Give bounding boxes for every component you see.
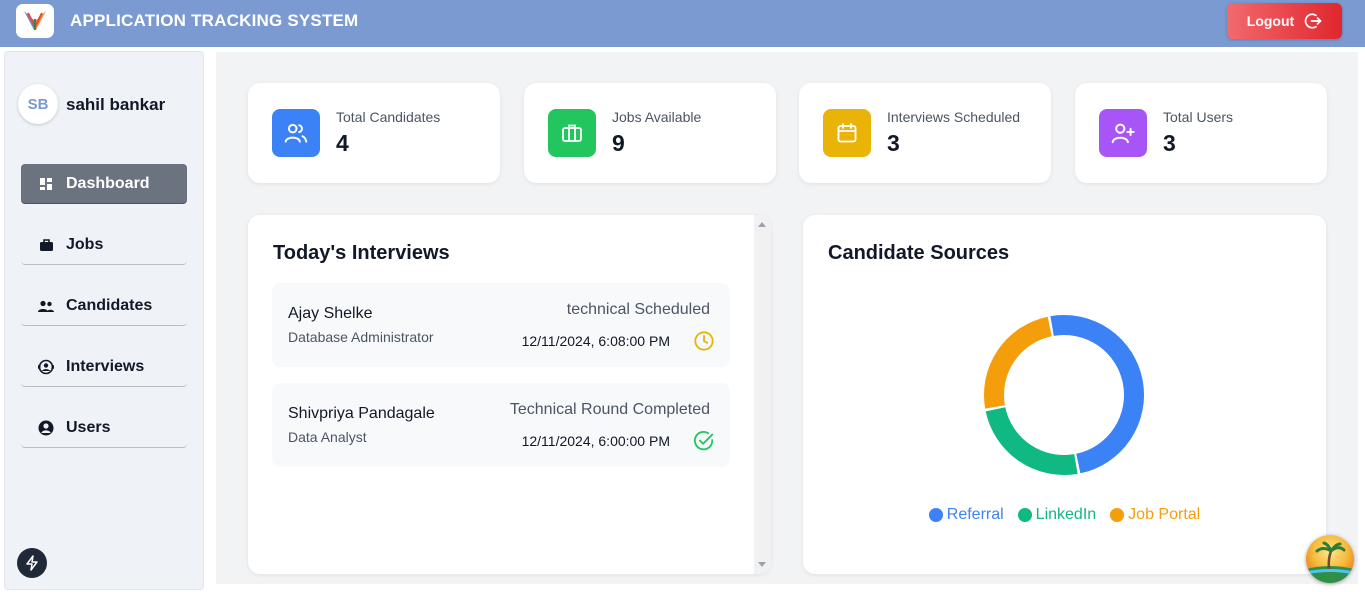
clock-icon	[694, 331, 714, 351]
interview-time: 12/11/2024, 6:08:00 PM	[521, 333, 670, 349]
panel-title: Today's Interviews	[273, 242, 450, 264]
stat-label: Total Candidates	[336, 109, 441, 125]
interview-status: technical Scheduled	[566, 301, 710, 318]
donut-slice-referral[interactable]	[1050, 315, 1144, 474]
scroll-up-arrow[interactable]	[758, 222, 766, 227]
interview-icon	[38, 359, 54, 375]
app-title: APPLICATION TRACKING SYSTEM	[70, 11, 359, 30]
sidebar-item-label: Candidates	[66, 296, 153, 314]
app-logo[interactable]	[16, 4, 54, 38]
sidebar-item-label: Interviews	[66, 357, 145, 375]
sidebar: SB sahil bankar Dashboard Jobs Candidate…	[4, 51, 204, 590]
stat-card-interviews-scheduled: Interviews Scheduled 3	[799, 83, 1051, 183]
sidebar-item-jobs[interactable]: Jobs	[21, 225, 187, 265]
interview-status: Technical Round Completed	[509, 401, 710, 418]
chart-legend: Referral LinkedIn Job Portal	[803, 506, 1326, 524]
scrollbar[interactable]	[754, 215, 771, 574]
sidebar-item-candidates[interactable]: Candidates	[21, 286, 187, 326]
legend-label: Referral	[946, 506, 1004, 523]
user-circle-icon	[38, 420, 54, 436]
legend-dot	[1017, 508, 1032, 522]
user-plus-icon	[1099, 109, 1147, 157]
beach-avatar-button[interactable]	[1306, 535, 1354, 583]
legend-label: Job Portal	[1128, 506, 1201, 523]
todays-interviews-panel: Today's Interviews Ajay Shelke Database …	[248, 215, 771, 574]
stat-card-jobs-available: Jobs Available 9	[524, 83, 776, 183]
logout-icon	[1304, 13, 1322, 29]
users-icon	[272, 109, 320, 157]
interview-card[interactable]: Shivpriya Pandagale Data Analyst Technic…	[272, 383, 730, 467]
logout-label: Logout	[1246, 13, 1295, 29]
candidate-role: Data Analyst	[288, 429, 367, 445]
sidebar-item-dashboard[interactable]: Dashboard	[21, 164, 187, 204]
candidate-name: Shivpriya Pandagale	[288, 405, 435, 422]
stat-value: 4	[336, 130, 349, 156]
stat-card-total-candidates: Total Candidates 4	[248, 83, 500, 183]
stat-value: 3	[1163, 130, 1176, 156]
briefcase-icon	[548, 109, 596, 157]
sidebar-item-interviews[interactable]: Interviews	[21, 347, 187, 387]
top-bar: APPLICATION TRACKING SYSTEM Logout	[0, 0, 1365, 47]
candidate-sources-panel: Candidate Sources Referral LinkedIn Job Po…	[803, 215, 1326, 574]
legend-item-referral[interactable]: Referral	[928, 506, 1004, 524]
check-circle-icon	[693, 431, 714, 451]
legend-label: LinkedIn	[1035, 506, 1097, 523]
donut-chart	[984, 315, 1144, 475]
main-content: Total Candidates 4 Jobs Available 9 Inte…	[216, 52, 1358, 584]
candidate-role: Database Administrator	[288, 329, 434, 345]
legend-dot	[1110, 508, 1125, 522]
stat-label: Jobs Available	[612, 109, 702, 125]
stat-value: 3	[887, 130, 900, 156]
legend-item-linkedin[interactable]: LinkedIn	[1017, 506, 1097, 524]
stat-card-total-users: Total Users 3	[1075, 83, 1327, 183]
logo-icon	[24, 11, 46, 30]
sidebar-item-label: Users	[66, 418, 111, 436]
bolt-button[interactable]	[17, 548, 47, 578]
people-icon	[38, 298, 54, 314]
palm-tree-icon	[1306, 541, 1354, 583]
sidebar-item-label: Jobs	[66, 235, 104, 253]
calendar-icon	[823, 109, 871, 157]
logout-button[interactable]: Logout	[1227, 3, 1342, 39]
stat-value: 9	[612, 130, 625, 156]
panel-title: Candidate Sources	[828, 242, 1010, 264]
interview-time: 12/11/2024, 6:00:00 PM	[521, 433, 670, 449]
scroll-down-arrow[interactable]	[758, 562, 766, 567]
candidate-name: Ajay Shelke	[288, 305, 373, 322]
legend-dot	[928, 508, 943, 522]
donut-slice-job-portal[interactable]	[984, 316, 1053, 409]
user-name: sahil bankar	[66, 95, 166, 114]
dashboard-icon	[38, 176, 54, 192]
sidebar-item-users[interactable]: Users	[21, 408, 187, 448]
briefcase-icon	[38, 237, 54, 253]
bolt-icon	[26, 555, 38, 571]
avatar[interactable]: SB	[18, 84, 58, 124]
interview-card[interactable]: Ajay Shelke Database Administrator techn…	[272, 283, 730, 367]
donut-slice-linkedin[interactable]	[985, 406, 1078, 475]
stat-label: Total Users	[1163, 109, 1234, 125]
legend-item-job-portal[interactable]: Job Portal	[1110, 506, 1200, 524]
stat-label: Interviews Scheduled	[887, 109, 1021, 125]
sidebar-item-label: Dashboard	[66, 174, 150, 192]
